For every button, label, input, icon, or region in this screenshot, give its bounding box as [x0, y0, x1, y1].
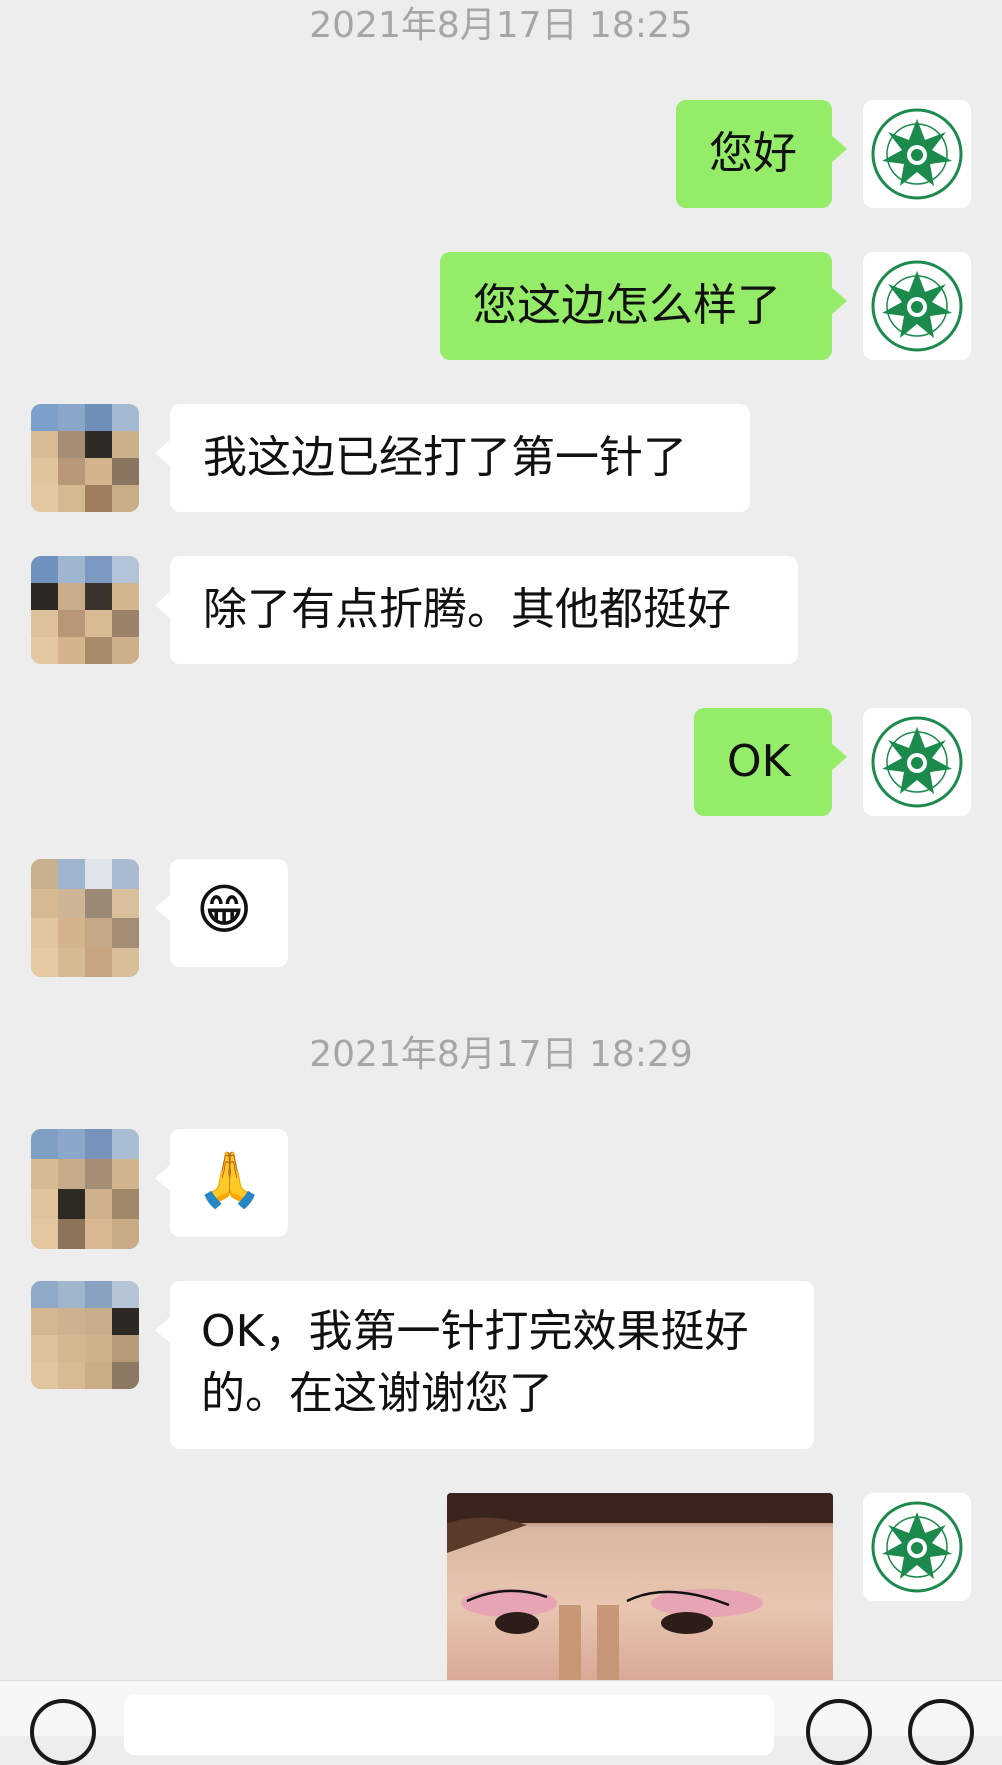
- message-text: OK，我第一针打完效果挺好的。在这谢谢您了: [201, 1306, 749, 1419]
- message-text: 除了有点折腾。其他都挺好: [203, 584, 731, 635]
- message-row: 🙏: [0, 1129, 1002, 1249]
- grinning-emoji-icon: 😁: [196, 878, 253, 941]
- avatar[interactable]: [863, 100, 971, 208]
- message-input[interactable]: [124, 1695, 774, 1755]
- message-text: OK: [727, 736, 791, 787]
- message-row: 您好: [0, 100, 1002, 210]
- message-bubble[interactable]: 除了有点折腾。其他都挺好: [155, 556, 798, 664]
- praying-hands-emoji-icon: 🙏: [196, 1148, 264, 1211]
- avatar[interactable]: [863, 252, 971, 360]
- avatar[interactable]: [863, 1493, 971, 1601]
- message-row: 您这边怎么样了: [0, 252, 1002, 362]
- pixelated-avatar-icon: [31, 1281, 139, 1389]
- message-row: 😁: [0, 859, 1002, 979]
- avatar[interactable]: [31, 1281, 139, 1389]
- pixelated-avatar-icon: [31, 404, 139, 512]
- message-row: 除了有点折腾。其他都挺好: [0, 556, 1002, 666]
- message-row: OK: [0, 708, 1002, 818]
- message-text: 您好: [709, 128, 797, 179]
- green-star-seal-logo-icon: [871, 716, 963, 808]
- pixelated-avatar-icon: [31, 859, 139, 977]
- pixelated-avatar-icon: [31, 556, 139, 664]
- message-text: 您这边怎么样了: [473, 280, 781, 331]
- message-bubble[interactable]: 您这边怎么样了: [440, 252, 847, 360]
- message-bubble[interactable]: 😁: [155, 859, 288, 967]
- message-row: [0, 1493, 1002, 1683]
- avatar[interactable]: [863, 708, 971, 816]
- message-row: 我这边已经打了第一针了: [0, 404, 1002, 514]
- message-text: 我这边已经打了第一针了: [203, 432, 687, 483]
- timestamp: 2021年8月17日 18:29: [309, 1034, 693, 1075]
- green-star-seal-logo-icon: [871, 260, 963, 352]
- message-bubble[interactable]: OK: [694, 708, 847, 816]
- emoji-icon[interactable]: [806, 1699, 872, 1765]
- avatar[interactable]: [31, 859, 139, 977]
- message-bubble[interactable]: 您好: [676, 100, 847, 208]
- avatar[interactable]: [31, 404, 139, 512]
- avatar[interactable]: [31, 1129, 139, 1249]
- green-star-seal-logo-icon: [871, 1501, 963, 1593]
- voice-icon[interactable]: [30, 1699, 96, 1765]
- avatar[interactable]: [31, 556, 139, 664]
- green-star-seal-logo-icon: [871, 108, 963, 200]
- pixelated-avatar-icon: [31, 1129, 139, 1249]
- image-message[interactable]: [447, 1493, 833, 1683]
- add-icon[interactable]: [908, 1699, 974, 1765]
- input-bar: [0, 1680, 1002, 1765]
- eye-makeup-photo-icon: [447, 1493, 833, 1683]
- message-row: OK，我第一针打完效果挺好的。在这谢谢您了: [0, 1281, 1002, 1451]
- message-bubble[interactable]: 我这边已经打了第一针了: [155, 404, 750, 512]
- timestamp: 2021年8月17日 18:25: [309, 5, 693, 46]
- message-bubble[interactable]: OK，我第一针打完效果挺好的。在这谢谢您了: [155, 1281, 814, 1449]
- message-bubble[interactable]: 🙏: [155, 1129, 288, 1237]
